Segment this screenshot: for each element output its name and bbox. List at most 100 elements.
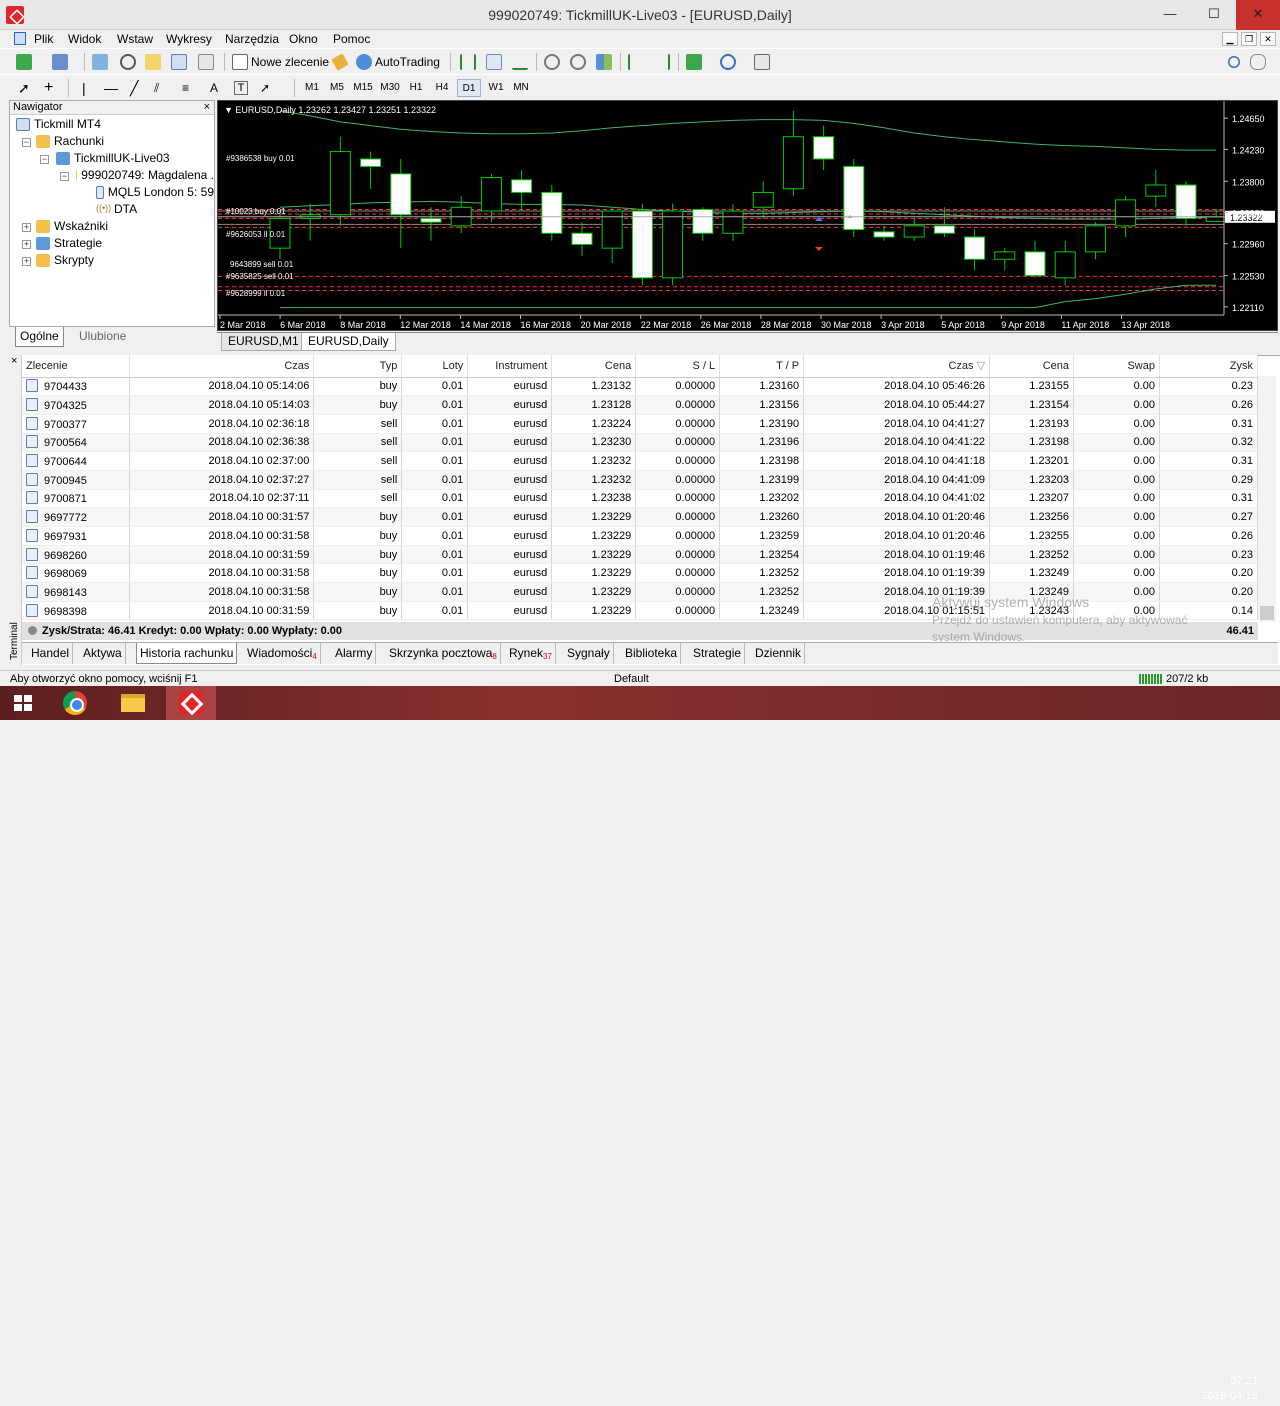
- crosshair-icon[interactable]: +: [44, 78, 53, 98]
- chart-shift-icon[interactable]: [654, 54, 670, 70]
- table-row[interactable]: 9697772 2018.04.10 00:31:57 buy 0.01 eurusd 1…: [22, 507, 1259, 527]
- tf-d1[interactable]: D1: [457, 79, 481, 97]
- terminal-tab[interactable]: Alarmy: [332, 643, 377, 664]
- tf-m5[interactable]: M5: [325, 79, 349, 97]
- navigator-close-button[interactable]: ×: [204, 101, 210, 113]
- nav-item-experts[interactable]: Strategie: [36, 236, 102, 250]
- periods-icon[interactable]: [720, 54, 736, 70]
- table-row[interactable]: 9704433 2018.04.10 05:14:06 buy 0.01 eurusd 1…: [22, 377, 1259, 397]
- table-row[interactable]: 9698260 2018.04.10 00:31:59 buy 0.01 eurusd 1…: [22, 545, 1259, 565]
- menu-view[interactable]: Widok: [68, 32, 101, 46]
- tab-general[interactable]: Ogólne: [15, 327, 64, 347]
- tf-m1[interactable]: M1: [300, 79, 324, 97]
- col-lots[interactable]: Loty: [401, 355, 469, 378]
- col-open-time[interactable]: Czas: [129, 355, 315, 378]
- collapse-icon[interactable]: −: [60, 172, 69, 181]
- col-type[interactable]: Typ: [313, 355, 403, 378]
- chart-tab-m1[interactable]: EURUSD,M1: [221, 333, 306, 351]
- menu-insert[interactable]: Wstaw: [117, 32, 153, 46]
- tf-w1[interactable]: W1: [484, 79, 508, 97]
- table-row[interactable]: 9700945 2018.04.10 02:37:27 sell 0.01 eurusd…: [22, 470, 1259, 490]
- metaeditor-icon[interactable]: [331, 53, 349, 71]
- candlestick-icon[interactable]: [486, 54, 502, 70]
- expand-icon[interactable]: +: [22, 257, 31, 266]
- nav-item-indicators[interactable]: Wskaźniki: [36, 219, 108, 233]
- menu-file[interactable]: Plik: [34, 32, 53, 46]
- close-button[interactable]: ✕: [1236, 0, 1280, 30]
- table-row[interactable]: 9704325 2018.04.10 05:14:03 buy 0.01 eurusd 1…: [22, 395, 1259, 415]
- table-row[interactable]: 9700564 2018.04.10 02:36:38 sell 0.01 eurusd…: [22, 433, 1259, 453]
- col-instrument[interactable]: Instrument: [467, 355, 553, 378]
- table-row[interactable]: 9700644 2018.04.10 02:37:00 sell 0.01 eurusd…: [22, 451, 1259, 471]
- child-close-button[interactable]: ✕: [1260, 32, 1276, 46]
- terminal-icon[interactable]: [171, 54, 187, 70]
- tf-h1[interactable]: H1: [404, 79, 428, 97]
- autotrading-button[interactable]: AutoTrading: [356, 52, 440, 72]
- tester-icon[interactable]: [198, 54, 214, 70]
- arrows-icon[interactable]: ➚: [260, 78, 270, 98]
- trendline-icon[interactable]: ╱: [130, 78, 138, 98]
- cursor-icon[interactable]: ➚: [18, 78, 30, 98]
- child-restore-button[interactable]: ❐: [1241, 32, 1257, 46]
- fibonacci-icon[interactable]: ≡: [182, 78, 189, 98]
- nav-item-signal[interactable]: MQL5 London 5: 59: [96, 185, 214, 199]
- terminal-tab[interactable]: Handel: [28, 643, 74, 664]
- text-icon[interactable]: A: [210, 78, 218, 98]
- nav-item-terminal[interactable]: Tickmill MT4: [16, 117, 101, 131]
- col-swap[interactable]: Swap: [1073, 355, 1160, 378]
- col-close-price[interactable]: Cena: [989, 355, 1075, 378]
- start-button[interactable]: [0, 686, 50, 720]
- col-close-time[interactable]: Czas ▽: [803, 355, 991, 378]
- vertical-line-icon[interactable]: |: [82, 78, 86, 98]
- new-order-button[interactable]: Nowe zlecenie: [232, 52, 329, 72]
- channel-icon[interactable]: ⫽: [154, 78, 159, 98]
- col-tp[interactable]: T / P: [719, 355, 805, 378]
- table-scrollbar[interactable]: [1258, 376, 1276, 622]
- menu-tools[interactable]: Narzędzia: [225, 32, 279, 46]
- zoom-out-icon[interactable]: [570, 54, 586, 70]
- tf-m30[interactable]: M30: [378, 79, 402, 97]
- table-row[interactable]: 9697931 2018.04.10 00:31:58 buy 0.01 eurusd 1…: [22, 526, 1259, 546]
- table-row[interactable]: 9698069 2018.04.10 00:31:58 buy 0.01 eurusd 1…: [22, 563, 1259, 584]
- terminal-tab[interactable]: Historia rachunku: [136, 643, 238, 664]
- nav-item-account[interactable]: 999020749: Magdalena .: [76, 168, 214, 182]
- minimize-button[interactable]: —: [1148, 0, 1192, 30]
- tf-h4[interactable]: H4: [430, 79, 454, 97]
- tile-windows-icon[interactable]: [596, 54, 612, 70]
- taskbar-explorer[interactable]: [108, 686, 158, 720]
- table-row[interactable]: 9700871 2018.04.10 02:37:11 sell 0.01 eurusd…: [22, 489, 1259, 509]
- terminal-tab[interactable]: Wiadomości4: [244, 643, 321, 664]
- menu-help[interactable]: Pomoc: [333, 32, 370, 46]
- profiles-icon[interactable]: [52, 54, 68, 70]
- terminal-tab[interactable]: Rynek37: [506, 643, 556, 664]
- collapse-icon[interactable]: −: [40, 155, 49, 164]
- market-watch-icon[interactable]: [92, 54, 108, 70]
- data-window-icon[interactable]: [120, 54, 136, 70]
- menu-window[interactable]: Okno: [289, 32, 318, 46]
- col-sl[interactable]: S / L: [635, 355, 721, 378]
- nav-item-scripts[interactable]: Skrypty: [36, 253, 94, 267]
- horizontal-line-icon[interactable]: —: [104, 78, 118, 98]
- tf-mn[interactable]: MN: [509, 79, 533, 97]
- line-chart-icon[interactable]: [512, 54, 528, 70]
- tf-m15[interactable]: M15: [351, 79, 375, 97]
- indicators-icon[interactable]: [686, 54, 702, 70]
- terminal-tab[interactable]: Biblioteka: [622, 643, 682, 664]
- scrollbar-thumb[interactable]: [1260, 606, 1274, 620]
- maximize-button[interactable]: ☐: [1192, 0, 1236, 30]
- nav-item-dta[interactable]: ((•)) DTA: [96, 202, 137, 216]
- menu-charts[interactable]: Wykresy: [166, 32, 212, 46]
- new-chart-icon[interactable]: [16, 54, 32, 70]
- search-icon[interactable]: [1228, 56, 1240, 68]
- nav-item-accounts[interactable]: Rachunki: [36, 134, 104, 148]
- zoom-in-icon[interactable]: [544, 54, 560, 70]
- taskbar-mt4[interactable]: [166, 686, 216, 720]
- navigator-icon[interactable]: [145, 54, 161, 70]
- expand-icon[interactable]: +: [22, 240, 31, 249]
- terminal-close-button[interactable]: ×: [11, 355, 17, 367]
- taskbar-chrome[interactable]: [50, 686, 100, 720]
- tab-favorites[interactable]: Ulubione: [75, 327, 130, 347]
- col-profit[interactable]: Zysk: [1159, 355, 1259, 378]
- collapse-icon[interactable]: −: [22, 138, 31, 147]
- col-open-price[interactable]: Cena: [551, 355, 637, 378]
